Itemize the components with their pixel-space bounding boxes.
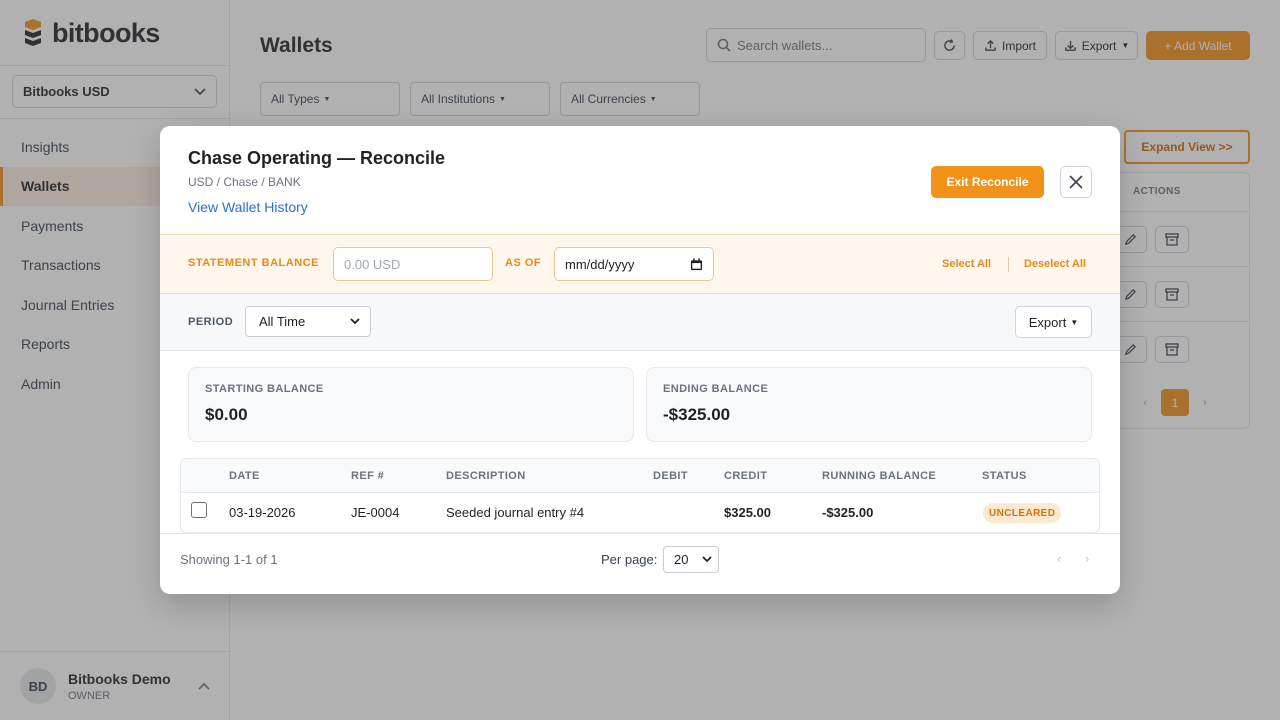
per-page-select[interactable]: 20: [663, 546, 719, 573]
cell-credit: $325.00: [724, 505, 771, 520]
close-button[interactable]: [1060, 166, 1092, 198]
ending-balance-label: ENDING BALANCE: [663, 383, 769, 395]
statement-balance-label: STATEMENT BALANCE: [188, 257, 319, 269]
chevron-down-icon: [350, 318, 360, 325]
starting-balance-card: STARTING BALANCE $0.00: [188, 367, 634, 442]
divider: [1008, 257, 1009, 272]
caret-down-icon: ▼: [1070, 317, 1079, 327]
period-value: All Time: [259, 314, 306, 329]
per-page-value: 20: [674, 552, 689, 567]
as-of-date-input[interactable]: mm/dd/yyyy: [554, 247, 714, 281]
prev-page-icon[interactable]: ‹: [1057, 551, 1061, 566]
as-of-label: AS OF: [505, 257, 542, 269]
column-header-date: DATE: [229, 470, 260, 482]
ending-balance-value: -$325.00: [663, 405, 731, 424]
starting-balance-value: $0.00: [205, 405, 248, 424]
column-header-ref: REF #: [351, 470, 385, 482]
column-header-running-balance: RUNNING BALANCE: [822, 470, 937, 482]
period-label: PERIOD: [188, 316, 234, 328]
statement-balance-input[interactable]: [333, 247, 493, 281]
reconcile-table: DATE REF # DESCRIPTION DEBIT CREDIT RUNN…: [180, 458, 1100, 533]
deselect-all-link[interactable]: Deselect All: [1024, 258, 1086, 270]
status-badge: UNCLEARED: [983, 503, 1062, 523]
export-label: Export: [1028, 314, 1067, 330]
table-row[interactable]: 03-19-2026 JE-0004 Seeded journal entry …: [181, 493, 1099, 532]
calendar-icon[interactable]: [690, 257, 703, 271]
table-header: DATE REF # DESCRIPTION DEBIT CREDIT RUNN…: [181, 459, 1099, 493]
period-select[interactable]: All Time: [245, 306, 371, 337]
column-header-description: DESCRIPTION: [446, 470, 526, 482]
next-page-icon[interactable]: ›: [1085, 551, 1089, 566]
close-icon: [1069, 175, 1083, 189]
column-header-debit: DEBIT: [653, 470, 688, 482]
starting-balance-label: STARTING BALANCE: [205, 383, 324, 395]
cell-description: Seeded journal entry #4: [446, 505, 585, 520]
statement-bar: STATEMENT BALANCE AS OF mm/dd/yyyy Selec…: [160, 234, 1120, 294]
cell-running-balance: -$325.00: [822, 505, 874, 520]
date-placeholder: mm/dd/yyyy: [565, 256, 635, 272]
modal-subtitle: USD / Chase / BANK: [188, 175, 301, 189]
period-bar: PERIOD All Time Export ▼: [160, 294, 1120, 351]
export-button[interactable]: Export ▼: [1015, 306, 1092, 338]
per-page-label: Per page:: [601, 552, 658, 567]
view-wallet-history-link[interactable]: View Wallet History: [188, 199, 308, 215]
select-all-link[interactable]: Select All: [942, 258, 991, 270]
cell-date: 03-19-2026: [229, 505, 296, 520]
column-header-status: STATUS: [982, 470, 1027, 482]
column-header-credit: CREDIT: [724, 470, 768, 482]
ending-balance-card: ENDING BALANCE -$325.00: [646, 367, 1092, 442]
showing-count: Showing 1-1 of 1: [180, 552, 278, 567]
exit-reconcile-button[interactable]: Exit Reconcile: [931, 166, 1044, 198]
chevron-down-icon: [702, 556, 712, 563]
reconcile-modal: Chase Operating — Reconcile USD / Chase …: [160, 126, 1120, 594]
modal-footer: Showing 1-1 of 1 Per page: 20 ‹ ›: [160, 533, 1120, 594]
row-checkbox[interactable]: [191, 502, 207, 518]
modal-title: Chase Operating — Reconcile: [188, 148, 446, 168]
cell-ref: JE-0004: [351, 505, 400, 520]
